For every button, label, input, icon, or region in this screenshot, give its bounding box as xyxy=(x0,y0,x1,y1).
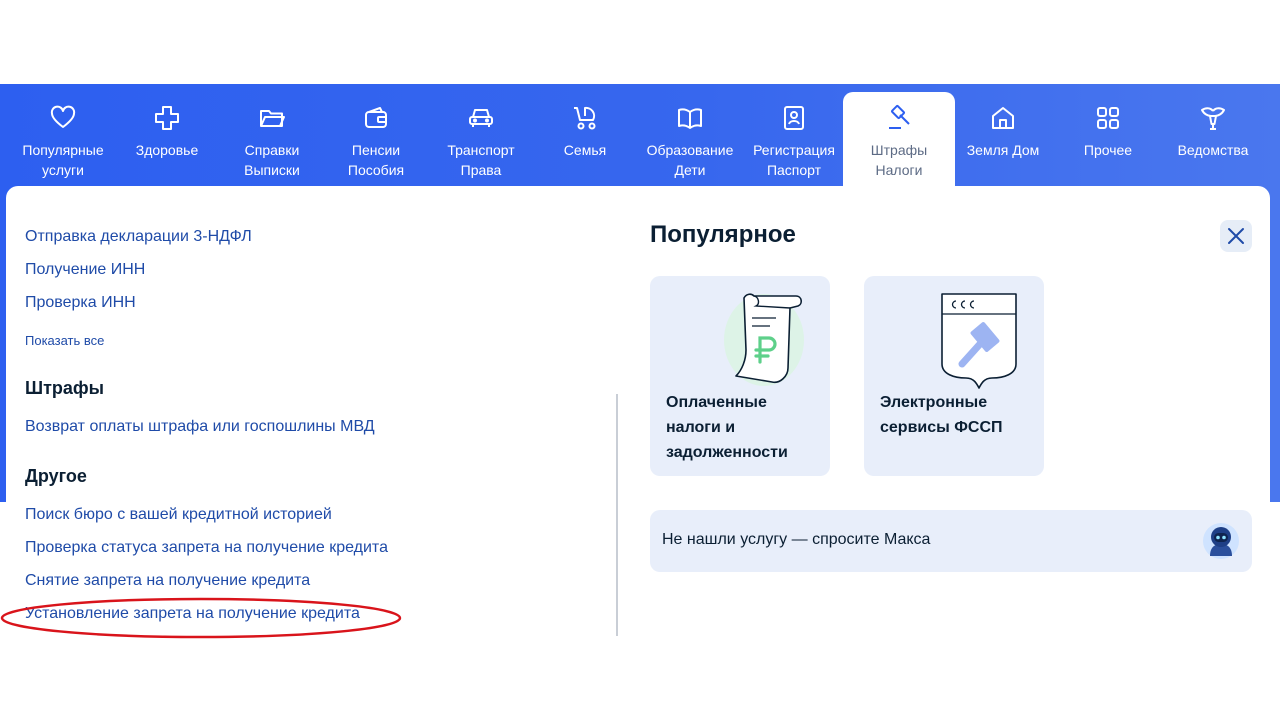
link-credit-ban-removal[interactable]: Снятие запрета на получение кредита xyxy=(25,571,585,591)
link-check-inn[interactable]: Проверка ИНН xyxy=(25,293,585,313)
category-nav: Популярные услуги Здоровье Справки Выпис… xyxy=(0,84,1280,186)
ask-max-bar[interactable]: Не нашли услугу — спросите Макса xyxy=(650,510,1252,572)
nav-item-label: Регистрация Паспорт xyxy=(753,142,835,178)
stroller-icon xyxy=(574,106,596,130)
nav-item-fines-taxes[interactable]: Штрафы Налоги xyxy=(843,92,955,186)
card-paid-taxes[interactable]: Оплаченные налоги и задолженности xyxy=(650,276,830,476)
nav-item-registration[interactable]: Регистрация Паспорт xyxy=(738,92,850,186)
popular-title: Популярное xyxy=(650,221,796,248)
nav-item-label: Транспорт Права xyxy=(447,142,515,178)
emblem-icon xyxy=(1201,107,1225,130)
dropdown-panel: Отправка декларации 3-НДФЛ Получение ИНН… xyxy=(6,186,1270,636)
medical-cross-icon xyxy=(155,106,179,130)
link-credit-ban-set[interactable]: Установление запрета на получение кредит… xyxy=(25,604,585,624)
wallet-icon xyxy=(365,107,387,128)
nav-item-transport[interactable]: Транспорт Права xyxy=(425,92,537,186)
nav-item-label: Штрафы Налоги xyxy=(870,142,928,178)
gavel-icon xyxy=(889,105,910,129)
passport-icon xyxy=(784,106,804,130)
house-icon xyxy=(992,107,1014,129)
nav-item-popular[interactable]: Популярные услуги xyxy=(7,92,119,186)
link-get-inn[interactable]: Получение ИНН xyxy=(25,260,585,280)
fssp-shield-icon xyxy=(941,293,1017,389)
ask-max-text: Не нашли услугу — спросите Макса xyxy=(662,531,931,548)
section-heading-fines: Штрафы xyxy=(25,378,105,398)
folder-icon xyxy=(260,110,285,127)
nav-item-label: Пенсии Пособия xyxy=(347,142,405,178)
nav-item-health[interactable]: Здоровье xyxy=(111,92,223,186)
close-icon xyxy=(1228,228,1244,244)
nav-item-education[interactable]: Образование Дети xyxy=(634,92,746,186)
book-icon xyxy=(678,108,702,129)
link-credit-ban-status[interactable]: Проверка статуса запрета на получение кр… xyxy=(25,538,585,558)
services-column: Отправка декларации 3-НДФЛ Получение ИНН… xyxy=(25,224,585,624)
heart-icon xyxy=(50,105,76,128)
receipt-ruble-icon xyxy=(724,293,804,386)
link-credit-bureau-search[interactable]: Поиск бюро с вашей кредитной историей xyxy=(25,505,585,525)
nav-item-label: Здоровье xyxy=(135,142,199,158)
nav-item-land-house[interactable]: Земля Дом xyxy=(947,92,1059,186)
nav-item-label: Образование Дети xyxy=(646,142,734,178)
link-fine-refund[interactable]: Возврат оплаты штрафа или госпошлины МВД xyxy=(25,417,585,437)
show-all-link[interactable]: Показать все xyxy=(25,332,585,350)
nav-item-label: Земля Дом xyxy=(966,142,1040,158)
nav-item-label: Прочее xyxy=(1083,142,1133,158)
nav-item-label: Популярные услуги xyxy=(22,142,104,178)
column-divider xyxy=(616,394,618,636)
nav-item-label: Ведомства xyxy=(1177,142,1249,158)
nav-item-label: Справки Выписки xyxy=(244,142,300,178)
nav-item-pensions[interactable]: Пенсии Пособия xyxy=(320,92,432,186)
link-3ndfl-declaration[interactable]: Отправка декларации 3-НДФЛ xyxy=(25,227,585,247)
nav-item-other[interactable]: Прочее xyxy=(1052,92,1164,186)
close-button[interactable] xyxy=(1220,220,1252,252)
card-fssp-services[interactable]: Электронные сервисы ФССП xyxy=(864,276,1044,476)
car-icon xyxy=(469,109,493,127)
robot-assistant-icon xyxy=(1203,523,1239,559)
grid-icon xyxy=(1097,107,1119,129)
nav-item-family[interactable]: Семья xyxy=(529,92,641,186)
card-label: Оплаченные налоги и задолженности xyxy=(666,394,788,461)
nav-item-agencies[interactable]: Ведомства xyxy=(1157,92,1269,186)
card-label: Электронные сервисы ФССП xyxy=(880,394,1003,436)
nav-item-certificates[interactable]: Справки Выписки xyxy=(216,92,328,186)
section-heading-other: Другое xyxy=(25,466,87,486)
nav-item-label: Семья xyxy=(563,142,607,158)
